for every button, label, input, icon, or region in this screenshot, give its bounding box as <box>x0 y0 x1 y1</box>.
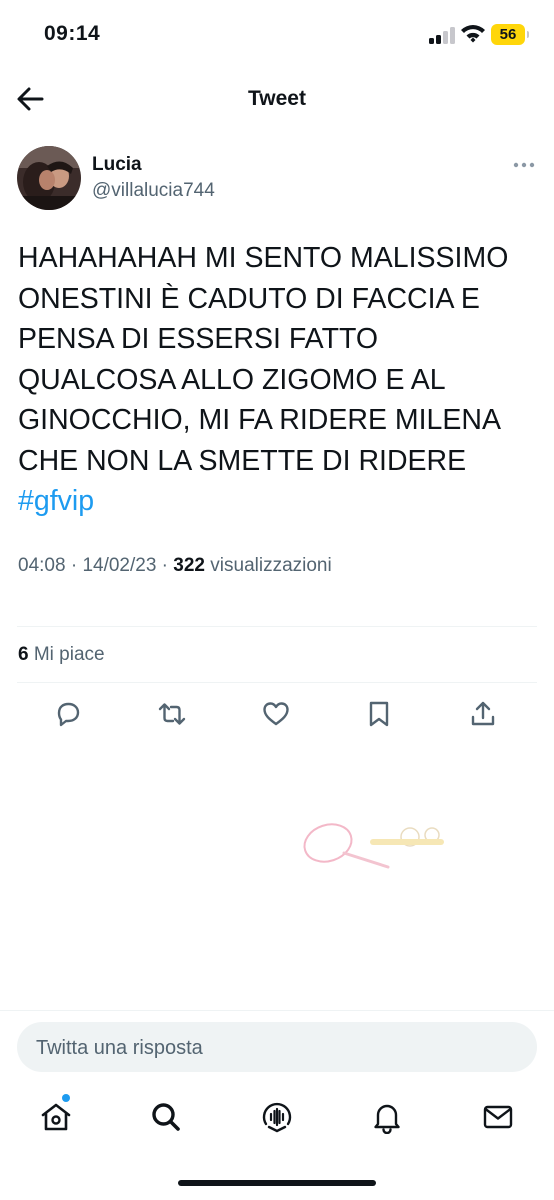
tweet-text: HAHAHAHAH MI SENTO MALISSIMO ONESTINI È … <box>18 238 538 522</box>
messages-icon <box>483 1105 513 1129</box>
cellular-signal-icon <box>429 26 455 44</box>
watermark-logo <box>303 823 444 869</box>
avatar[interactable] <box>17 146 81 210</box>
header: Tweet <box>0 70 554 130</box>
tweet-time: 04:08 <box>18 555 66 576</box>
spaces-icon <box>262 1102 292 1133</box>
retweet-icon <box>158 703 186 725</box>
share-button[interactable] <box>468 699 498 729</box>
reply-box[interactable] <box>17 1022 537 1074</box>
tab-messages[interactable] <box>481 1100 515 1134</box>
status-bar: 09:14 56 <box>0 0 554 70</box>
tab-home[interactable] <box>39 1100 73 1134</box>
views-label: visualizzazioni <box>210 555 332 576</box>
reply-input[interactable] <box>34 1022 518 1074</box>
status-time: 09:14 <box>44 22 101 45</box>
reply-icon <box>57 702 80 727</box>
bookmark-button[interactable] <box>364 699 394 729</box>
author-handle[interactable]: @villalucia744 <box>92 180 215 202</box>
home-icon <box>41 1103 71 1131</box>
bookmark-icon <box>369 701 389 727</box>
tab-spaces[interactable] <box>260 1100 294 1134</box>
likes-summary[interactable]: 6 Mi piace <box>18 644 105 666</box>
likes-count: 6 <box>18 644 29 665</box>
page-title: Tweet <box>248 87 306 110</box>
share-icon <box>471 701 495 726</box>
divider <box>17 626 537 627</box>
retweet-button[interactable] <box>157 699 187 729</box>
tab-search[interactable] <box>149 1100 183 1134</box>
more-options-icon[interactable] <box>512 157 536 173</box>
wifi-icon <box>461 25 485 43</box>
divider <box>17 682 537 683</box>
hashtag-link[interactable]: #gfvip <box>18 485 94 517</box>
reply-button[interactable] <box>53 699 83 729</box>
battery-indicator: 56 <box>491 24 525 45</box>
notifications-icon <box>374 1104 400 1135</box>
battery-cap <box>527 31 529 38</box>
tweet-date: 14/02/23 <box>82 555 157 576</box>
like-icon <box>263 702 289 726</box>
divider <box>0 1010 554 1011</box>
author-name[interactable]: Lucia <box>92 154 142 176</box>
home-indicator <box>178 1180 376 1186</box>
likes-label: Mi piace <box>33 644 105 665</box>
tweet-meta: 04:08 · 14/02/23 · 322 visualizzazioni <box>18 555 332 576</box>
views-count: 322 <box>173 555 205 576</box>
tweet-body: HAHAHAHAH MI SENTO MALISSIMO ONESTINI È … <box>18 242 509 477</box>
search-icon <box>152 1103 180 1131</box>
like-button[interactable] <box>261 699 291 729</box>
home-notification-dot <box>62 1094 70 1102</box>
tab-notifications[interactable] <box>370 1100 404 1135</box>
